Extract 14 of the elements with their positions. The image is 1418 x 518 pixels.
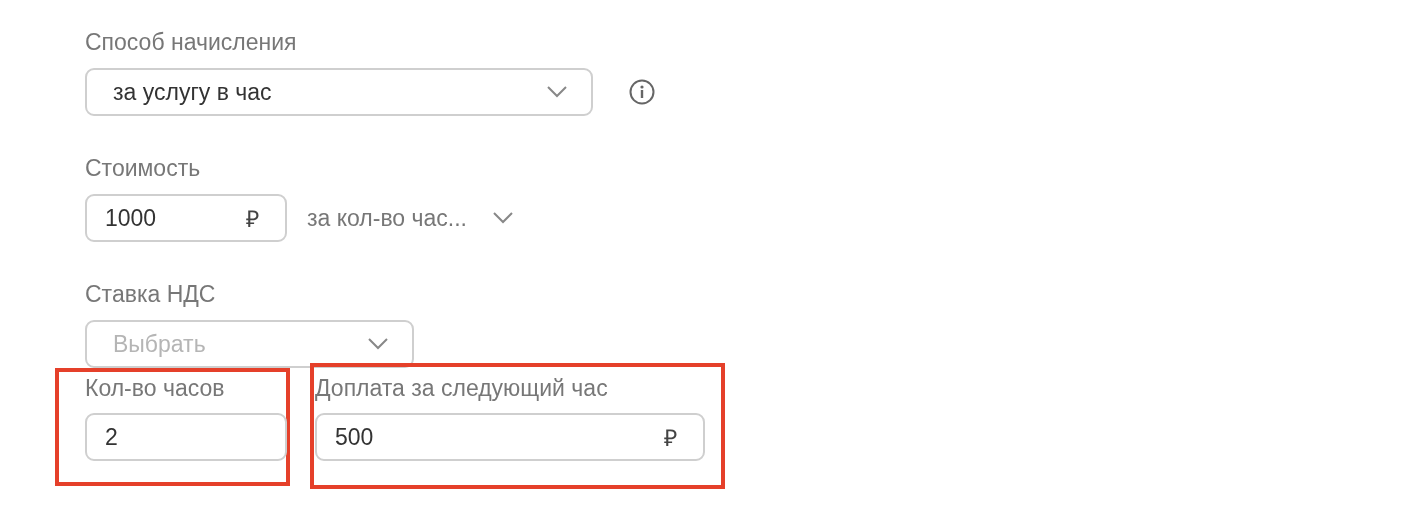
hours-input[interactable]: 2 bbox=[85, 413, 287, 461]
field-label: Ставка НДС bbox=[85, 280, 217, 309]
field-label: Стоимость bbox=[85, 154, 202, 183]
chevron-down-icon bbox=[493, 212, 513, 224]
info-icon[interactable] bbox=[629, 79, 655, 105]
field-label: Кол-во часов bbox=[85, 374, 226, 403]
unit-select[interactable]: за кол-во час... bbox=[307, 204, 537, 232]
cost-input[interactable]: 1000 ₽ bbox=[85, 194, 287, 242]
chevron-down-icon bbox=[368, 338, 388, 350]
surcharge-input[interactable]: 500 ₽ bbox=[315, 413, 705, 461]
field-label: Способ начисления bbox=[85, 28, 298, 57]
chevron-down-icon bbox=[547, 86, 567, 98]
method-select[interactable]: за услугу в час bbox=[85, 68, 593, 116]
field-label: Доплата за следующий час bbox=[315, 374, 609, 403]
